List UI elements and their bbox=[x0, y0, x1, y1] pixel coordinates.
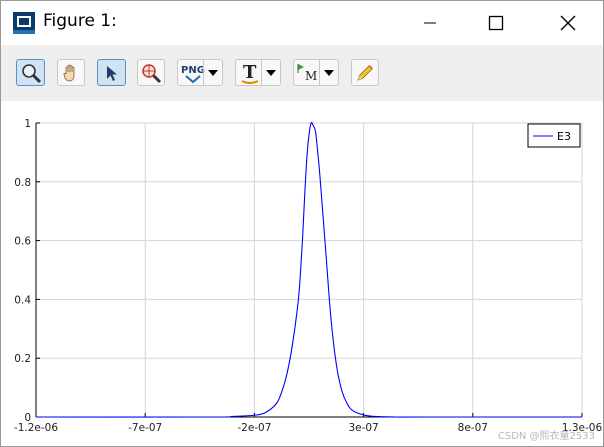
figure-toolbar: PNG T M bbox=[1, 45, 603, 101]
series-line-e3[interactable] bbox=[35, 122, 582, 418]
x-tick-label: -2e-07 bbox=[237, 422, 271, 434]
rotate-zoom-button[interactable] bbox=[137, 59, 165, 86]
legend[interactable]: E3 bbox=[527, 123, 581, 148]
png-icon-label: PNG bbox=[181, 65, 205, 76]
marker-icon-label: M bbox=[305, 69, 317, 83]
insert-text-button[interactable]: T bbox=[235, 59, 281, 86]
figure-app-icon bbox=[13, 12, 35, 34]
y-tick-label: 0.6 bbox=[14, 236, 31, 248]
zoom-icon bbox=[21, 63, 41, 83]
chevron-down-icon bbox=[208, 69, 218, 76]
y-tick-label: 0 bbox=[24, 412, 31, 424]
y-tick-label: 0.8 bbox=[14, 177, 31, 189]
x-tick-label: 8e-07 bbox=[458, 422, 488, 434]
x-tick-label: -7e-07 bbox=[128, 422, 162, 434]
title-bar: Figure 1: bbox=[1, 1, 603, 45]
minimize-icon bbox=[424, 22, 436, 24]
hand-icon bbox=[63, 64, 75, 81]
marker-button[interactable]: M bbox=[293, 59, 339, 86]
text-icon-label: T bbox=[243, 62, 257, 83]
marker-dropdown-toggle[interactable] bbox=[319, 60, 338, 85]
zoom-button[interactable] bbox=[16, 59, 45, 86]
select-button[interactable] bbox=[97, 59, 126, 86]
edit-button[interactable] bbox=[351, 59, 379, 86]
x-tick-label: -1.2e-06 bbox=[14, 422, 58, 434]
minimize-button[interactable] bbox=[407, 1, 453, 45]
y-tick-label: 1 bbox=[24, 118, 31, 130]
plot-area[interactable]: -1.2e-06 -7e-07 -2e-07 3e-07 8e-07 1.3e-06 0 0.… bbox=[1, 101, 603, 446]
y-tick-label: 0.4 bbox=[14, 294, 31, 306]
text-dropdown-toggle[interactable] bbox=[261, 60, 280, 85]
series-layer bbox=[35, 122, 582, 418]
axes: -1.2e-06 -7e-07 -2e-07 3e-07 8e-07 1.3e-0600.… bbox=[14, 118, 603, 434]
save-png-button[interactable]: PNG bbox=[177, 59, 223, 86]
chevron-down-icon bbox=[266, 69, 276, 76]
grid-lines bbox=[35, 122, 583, 418]
close-button[interactable] bbox=[545, 1, 591, 45]
pan-button[interactable] bbox=[57, 59, 85, 86]
figure-window: Figure 1: PNG T M -1.2e-06 -7e-07 -2e-07… bbox=[0, 0, 604, 447]
legend-label: E3 bbox=[557, 130, 571, 143]
y-tick-label: 0.2 bbox=[14, 353, 31, 365]
x-tick-label: 3e-07 bbox=[348, 422, 378, 434]
watermark-text: CSDN @熙衣童2533 bbox=[497, 431, 595, 442]
png-dropdown-toggle[interactable] bbox=[203, 60, 222, 85]
maximize-button[interactable] bbox=[473, 1, 519, 45]
window-title: Figure 1: bbox=[43, 11, 117, 31]
arrow-pointer-icon bbox=[106, 65, 117, 81]
line-chart[interactable]: -1.2e-06 -7e-07 -2e-07 3e-07 8e-07 1.3e-0600.… bbox=[1, 101, 603, 446]
maximize-icon bbox=[488, 15, 504, 31]
chevron-down-icon bbox=[324, 69, 334, 76]
close-icon bbox=[560, 15, 576, 31]
rotate-zoom-icon bbox=[142, 63, 162, 83]
pencil-icon bbox=[357, 64, 373, 81]
